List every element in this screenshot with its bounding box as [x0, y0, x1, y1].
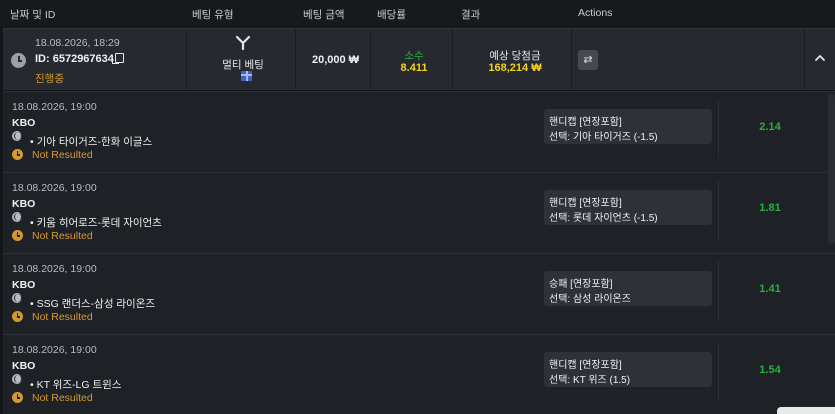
- bet-date: 18.08.2026, 18:29: [35, 37, 120, 49]
- bet-status: 진행중: [35, 73, 64, 85]
- expected-winnings-value: 168,214 ₩: [488, 62, 542, 74]
- total-odds: 8.411: [400, 62, 428, 74]
- bet-summary-row[interactable]: 18.08.2026, 18:29 ID: 6572967634 진행중 멀티 …: [3, 28, 835, 91]
- column-divider: [804, 29, 805, 91]
- column-divider: [718, 99, 719, 159]
- corner-widget[interactable]: [777, 407, 835, 414]
- leg-date: 18.08.2026, 19:00: [12, 263, 97, 275]
- leg-odds: 2.14: [759, 121, 781, 133]
- leg-match: • 키움 히어로즈-롯데 자이언츠: [30, 217, 162, 229]
- header-date-id: 날짜 및 ID: [10, 9, 56, 21]
- clock-icon: [11, 53, 26, 68]
- bet-leg-row: 18.08.2026, 19:00 KBO • SSG 랜더스-삼성 라이온즈 …: [3, 253, 835, 334]
- leg-status: Not Resulted: [32, 311, 93, 323]
- bet-amount: 20,000 ₩: [311, 54, 360, 66]
- pick-box: 승패 [연장포함] 선택: 삼성 라이온즈: [544, 271, 712, 306]
- bet-leg-row: 18.08.2026, 19:00 KBO • 키움 히어로즈-롯데 자이언츠 …: [3, 172, 835, 253]
- bet-id: ID: 6572967634: [35, 53, 114, 65]
- leg-league: KBO: [12, 360, 36, 372]
- leg-odds: 1.81: [759, 202, 781, 214]
- header-bet-amount: 베팅 금액: [303, 9, 345, 21]
- chevron-up-icon[interactable]: [813, 51, 827, 65]
- copy-icon[interactable]: [112, 53, 124, 64]
- baseball-icon: [12, 374, 22, 384]
- leg-date: 18.08.2026, 19:00: [12, 344, 97, 356]
- leg-match: • KT 위즈-LG 트윈스: [30, 379, 122, 391]
- pick-selection: 선택: KT 위즈 (1.5): [549, 375, 631, 386]
- leg-league: KBO: [12, 198, 36, 210]
- baseball-icon: [12, 131, 22, 141]
- leg-match: • SSG 랜더스-삼성 라이온즈: [30, 298, 156, 310]
- expected-winnings-label: 예상 당첨금: [489, 50, 541, 62]
- column-divider: [718, 180, 719, 240]
- baseball-icon: [12, 293, 22, 303]
- header-actions: Actions: [578, 7, 613, 19]
- baseball-icon: [12, 212, 22, 222]
- leg-odds: 1.54: [759, 364, 781, 376]
- pick-box: 핸디캡 [연장포함] 선택: 기아 타이거즈 (-1.5): [544, 109, 712, 144]
- leg-odds: 1.41: [759, 283, 781, 295]
- leg-league: KBO: [12, 279, 36, 291]
- clock-icon: [12, 392, 23, 403]
- leg-match: • 기아 타이거즈-한화 이글스: [30, 136, 153, 148]
- header-result: 결과: [461, 9, 481, 21]
- leg-date: 18.08.2026, 19:00: [12, 182, 97, 194]
- pick-selection: 선택: 롯데 자이언츠 (-1.5): [549, 213, 658, 224]
- table-header: 날짜 및 ID 베팅 유형 베팅 금액 배당률 결과 Actions: [0, 0, 835, 26]
- leg-status: Not Resulted: [32, 392, 93, 404]
- pick-box: 핸디캡 [연장포함] 선택: 롯데 자이언츠 (-1.5): [544, 190, 712, 225]
- bet-leg-row: 18.08.2026, 19:00 KBO • KT 위즈-LG 트윈스 Not…: [3, 334, 835, 414]
- leg-date: 18.08.2026, 19:00: [12, 101, 97, 113]
- swap-button[interactable]: ⇄: [578, 50, 598, 70]
- pick-market: 핸디캡 [연장포함]: [549, 117, 622, 128]
- bet-leg-row: 18.08.2026, 19:00 KBO • 기아 타이거즈-한화 이글스 N…: [3, 91, 835, 172]
- bet-type: 멀티 베팅: [222, 59, 264, 71]
- pick-selection: 선택: 기아 타이거즈 (-1.5): [549, 132, 658, 143]
- scrollbar[interactable]: [828, 94, 835, 244]
- clock-icon: [12, 230, 23, 241]
- gift-icon: [241, 71, 252, 81]
- pick-market: 핸디캡 [연장포함]: [549, 198, 622, 209]
- clock-icon: [12, 149, 23, 160]
- column-divider: [718, 261, 719, 321]
- pick-market: 승패 [연장포함]: [549, 279, 613, 290]
- pick-selection: 선택: 삼성 라이온즈: [549, 294, 631, 305]
- column-divider: [718, 342, 719, 402]
- leg-league: KBO: [12, 117, 36, 129]
- header-odds: 배당률: [377, 9, 406, 21]
- header-bet-type: 베팅 유형: [192, 9, 234, 21]
- leg-status: Not Resulted: [32, 149, 93, 161]
- clock-icon: [12, 311, 23, 322]
- leg-status: Not Resulted: [32, 230, 93, 242]
- swap-icon: ⇄: [583, 53, 593, 66]
- column-divider: [186, 29, 187, 91]
- multi-bet-icon: [235, 35, 251, 51]
- pick-box: 핸디캡 [연장포함] 선택: KT 위즈 (1.5): [544, 352, 712, 387]
- odds-format-label: 소수: [404, 50, 424, 62]
- pick-market: 핸디캡 [연장포함]: [549, 360, 622, 371]
